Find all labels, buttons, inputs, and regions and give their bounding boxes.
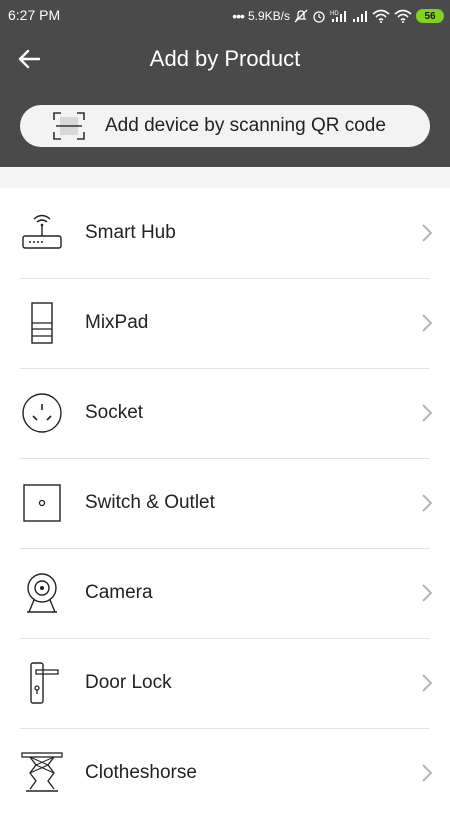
battery-level: 56 [424,10,436,22]
product-list: Smart Hub MixPad Socket Switch & Outlet … [0,188,450,818]
list-item-label: Clotheshorse [85,762,197,783]
list-item-label: Smart Hub [85,222,176,243]
signal-hd-icon: HD [330,9,348,23]
battery-icon: 56 [416,9,444,23]
chevron-right-icon [420,762,434,784]
mute-icon [294,9,308,23]
alarm-icon [312,9,326,23]
list-item-mixpad[interactable]: MixPad [0,278,450,368]
status-bar: 6:27 PM ••• 5.9KB/s HD 56 [0,0,450,32]
section-gap [0,167,450,188]
status-time: 6:27 PM [8,7,61,23]
list-item-label: MixPad [85,312,149,333]
list-item-label: Switch & Outlet [85,492,215,513]
list-item-clotheshorse[interactable]: Clotheshorse [0,728,450,818]
chevron-right-icon [420,222,434,244]
socket-icon [20,391,64,435]
camera-icon [20,571,64,615]
svg-text:HD: HD [330,11,339,17]
clotheshorse-icon [20,751,64,795]
chevron-right-icon [420,492,434,514]
switch-icon [20,481,64,525]
list-item-label: Door Lock [85,672,172,693]
chevron-right-icon [420,582,434,604]
chevron-right-icon [420,672,434,694]
scan-qr-label: Add device by scanning QR code [105,115,386,136]
list-item-smart-hub[interactable]: Smart Hub [0,188,450,278]
wifi-icon-2 [394,9,412,23]
list-item-switch-outlet[interactable]: Switch & Outlet [0,458,450,548]
network-speed: 5.9KB/s [247,9,290,23]
list-item-door-lock[interactable]: Door Lock [0,638,450,728]
smart-hub-icon [20,211,64,255]
chevron-right-icon [420,312,434,334]
scan-qr-button[interactable]: Add device by scanning QR code [20,105,430,147]
list-item-socket[interactable]: Socket [0,368,450,458]
list-item-camera[interactable]: Camera [0,548,450,638]
list-item-label: Camera [85,582,153,603]
status-icons: ••• 5.9KB/s HD 56 [232,6,444,26]
signal-icon [352,9,368,23]
mixpad-icon [20,301,64,345]
list-item-label: Socket [85,402,144,423]
header: 6:27 PM ••• 5.9KB/s HD 56 Add by Product… [0,0,450,167]
chevron-right-icon [420,402,434,424]
wifi-icon [372,9,390,23]
nav-bar: Add by Product [0,32,450,88]
qr-scan-icon [53,112,85,140]
page-title: Add by Product [149,46,301,71]
dots-icon: ••• [232,8,245,24]
door-lock-icon [20,661,64,705]
